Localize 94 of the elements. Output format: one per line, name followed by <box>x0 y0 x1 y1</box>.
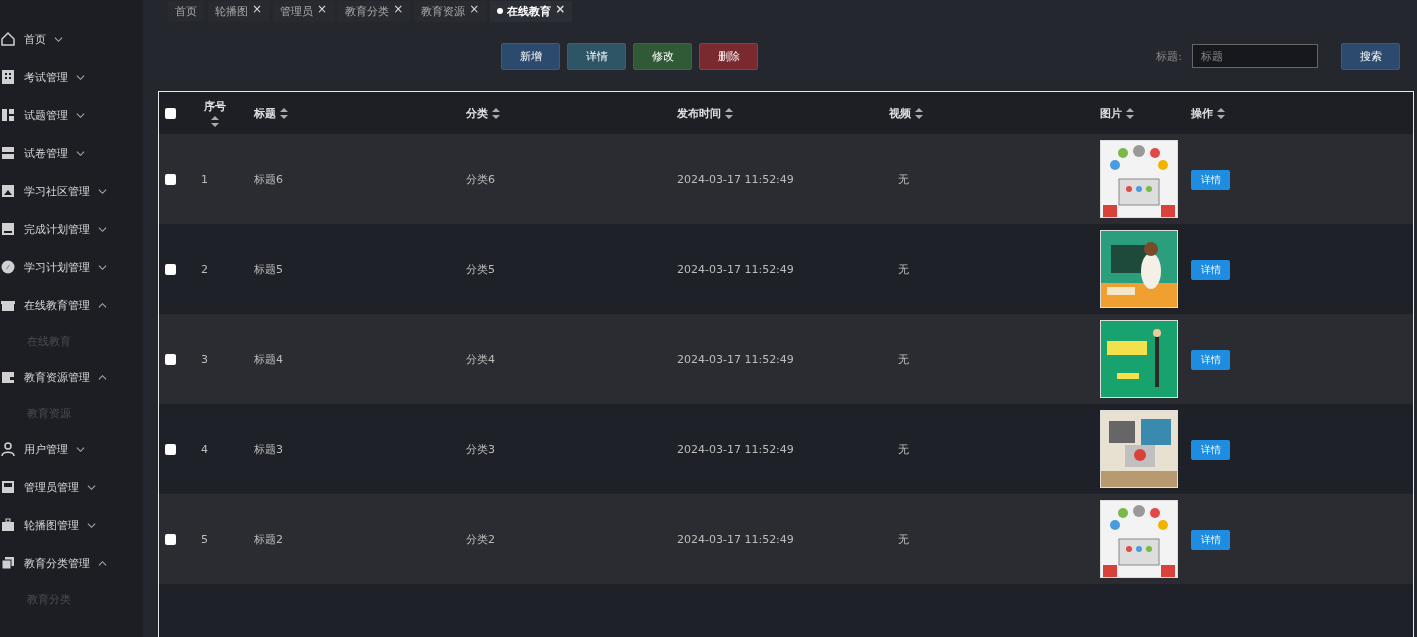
table-cell-text: 1 <box>201 172 209 186</box>
chevron-down-icon <box>76 110 85 120</box>
menu-item[interactable]: 教育分类管理 <box>0 544 143 582</box>
column-header[interactable]: 视频 <box>889 105 911 121</box>
menu-item[interactable]: 轮播图管理 <box>0 506 143 544</box>
chevron-up-icon <box>98 558 107 568</box>
chevron-down-icon <box>76 72 85 82</box>
sort-icon[interactable] <box>1126 107 1134 119</box>
table-cell-text: 标题5 <box>254 261 284 277</box>
checkbox[interactable] <box>165 263 176 275</box>
tab[interactable]: 在线教育 × <box>490 0 573 22</box>
column-header[interactable]: 图片 <box>1100 105 1122 121</box>
detail-button[interactable]: 详情 <box>1191 260 1230 280</box>
menu-item[interactable]: 在线教育管理 <box>0 286 143 324</box>
detail-button[interactable]: 详情 <box>1191 350 1230 370</box>
sort-icon[interactable] <box>211 116 219 127</box>
table-cell-text: 4 <box>201 442 209 456</box>
table-cell-text: 5 <box>201 532 209 546</box>
close-icon[interactable]: × <box>393 3 404 14</box>
menu-item[interactable]: 管理员管理 <box>0 468 143 506</box>
menu-item[interactable]: 首页 <box>0 20 143 58</box>
menu-item[interactable]: 学习社区管理 <box>0 172 143 210</box>
user-icon <box>0 441 16 457</box>
drawer-icon <box>0 145 16 161</box>
column-header[interactable]: 操作 <box>1191 105 1213 121</box>
table-cell-text: 无 <box>897 171 910 187</box>
table-cell-text: 2024-03-17 11:52:49 <box>677 442 795 456</box>
column-header[interactable]: 标题 <box>254 105 276 121</box>
home-icon <box>0 31 16 47</box>
menu-item[interactable]: 教育资源管理 <box>0 358 143 396</box>
edit-button[interactable]: 修改 <box>633 42 692 70</box>
chevron-down-icon <box>98 186 107 196</box>
table-cell-text: 无 <box>897 531 910 547</box>
column-header[interactable]: 分类 <box>466 105 488 121</box>
table-cell-text: 标题6 <box>254 171 284 187</box>
chevron-down-icon <box>87 520 96 530</box>
sort-icon[interactable] <box>1217 107 1225 119</box>
close-icon[interactable]: × <box>555 3 566 14</box>
menu-item[interactable]: 完成计划管理 <box>0 210 143 248</box>
table-cell-text: 2024-03-17 11:52:49 <box>677 352 795 366</box>
briefcase-icon <box>0 517 16 533</box>
detail-button[interactable]: 详情 <box>1191 170 1230 190</box>
column-header[interactable]: 发布时间 <box>677 105 721 121</box>
close-icon[interactable]: × <box>252 3 263 14</box>
table-cell-text: 标题4 <box>254 351 284 367</box>
checkbox[interactable] <box>165 173 176 185</box>
sort-icon[interactable] <box>280 107 288 119</box>
table-cell-text: 分类6 <box>466 171 496 187</box>
checkbox[interactable] <box>165 107 176 119</box>
menu-item[interactable]: 学习计划管理 <box>0 248 143 286</box>
checkbox[interactable] <box>165 533 176 545</box>
menu-item[interactable]: 试题管理 <box>0 96 143 134</box>
table-cell-text: 2024-03-17 11:52:49 <box>677 172 795 186</box>
detail-button[interactable]: 详情 <box>567 42 626 70</box>
delete-button[interactable]: 删除 <box>699 42 758 70</box>
table-cell-text: 分类2 <box>466 531 496 547</box>
column-header[interactable]: 序号 <box>204 99 226 114</box>
table-cell-text: 分类5 <box>466 261 496 277</box>
table-cell-text: 标题3 <box>254 441 284 457</box>
chevron-down-icon <box>76 444 85 454</box>
table-cell-text: 无 <box>897 261 910 277</box>
chevron-down-icon <box>87 482 96 492</box>
sort-icon[interactable] <box>492 107 500 119</box>
table-cell-text: 标题2 <box>254 531 284 547</box>
table-cell-text: 分类4 <box>466 351 496 367</box>
sort-icon[interactable] <box>915 107 923 119</box>
menu-item[interactable]: 用户管理 <box>0 430 143 468</box>
layout-icon <box>0 107 16 123</box>
chevron-down-icon <box>54 34 63 44</box>
close-icon[interactable]: × <box>469 3 480 14</box>
detail-button[interactable]: 详情 <box>1191 440 1230 460</box>
table-cell-text: 无 <box>897 351 910 367</box>
close-icon[interactable]: × <box>317 3 328 14</box>
search-button[interactable]: 搜索 <box>1341 42 1400 70</box>
table-cell-text: 2024-03-17 11:52:49 <box>677 532 795 546</box>
table-cell-text: 2024-03-17 11:52:49 <box>677 262 795 276</box>
chevron-down-icon <box>76 148 85 158</box>
search-field[interactable]: 标题 <box>1192 44 1318 68</box>
sort-icon[interactable] <box>725 107 733 119</box>
checkbox[interactable] <box>165 443 176 455</box>
checkbox[interactable] <box>165 353 176 365</box>
table-cell-text: 2 <box>201 262 209 276</box>
table-cell-text: 分类3 <box>466 441 496 457</box>
chevron-down-icon <box>98 224 107 234</box>
chevron-down-icon <box>98 262 107 272</box>
table-cell-text: 无 <box>897 441 910 457</box>
detail-button[interactable]: 详情 <box>1191 530 1230 550</box>
chevron-up-icon <box>98 372 107 382</box>
menu-item[interactable]: 试卷管理 <box>0 134 143 172</box>
table-cell-text: 3 <box>201 352 209 366</box>
search-label: 标题: <box>1156 48 1182 64</box>
chevron-up-icon <box>98 300 107 310</box>
add-button[interactable]: 新增 <box>501 42 560 70</box>
menu-item[interactable]: 考试管理 <box>0 58 143 96</box>
